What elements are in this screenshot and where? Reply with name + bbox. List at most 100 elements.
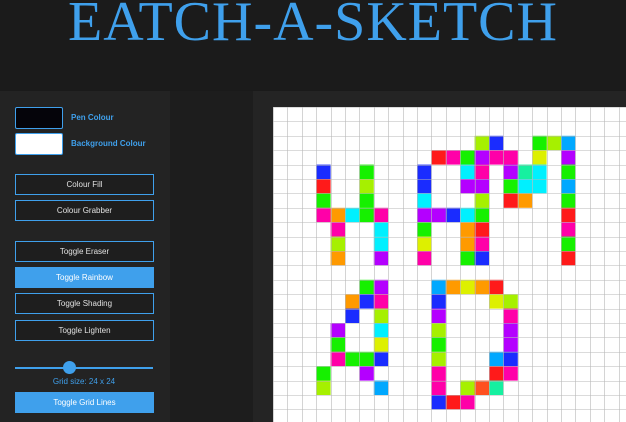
sketch-pixel[interactable] <box>474 150 489 165</box>
colour-grabber-button[interactable]: Colour Grabber <box>15 200 154 221</box>
sketch-pixel[interactable] <box>417 222 432 237</box>
sketch-pixel[interactable] <box>489 135 504 151</box>
sketch-pixel[interactable] <box>503 337 518 352</box>
sketch-pixel[interactable] <box>532 150 547 165</box>
sketch-pixel[interactable] <box>546 135 561 151</box>
sketch-pixel[interactable] <box>445 207 461 223</box>
sketch-pixel[interactable] <box>445 150 461 165</box>
sketch-pixel[interactable] <box>489 351 504 367</box>
sketch-pixel[interactable] <box>431 279 446 295</box>
sketch-pixel[interactable] <box>316 380 331 395</box>
sketch-pixel[interactable] <box>373 337 389 352</box>
sketch-pixel[interactable] <box>417 207 432 223</box>
sketch-pixel[interactable] <box>431 294 446 309</box>
sketch-pixel[interactable] <box>330 323 345 338</box>
sketch-pixel[interactable] <box>345 294 360 309</box>
toggle-shading-button[interactable]: Toggle Shading <box>15 293 154 314</box>
sketch-pixel[interactable] <box>474 279 489 295</box>
sketch-pixel[interactable] <box>431 351 446 367</box>
sketch-pixel[interactable] <box>373 351 389 367</box>
sketch-pixel[interactable] <box>474 135 489 151</box>
toggle-rainbow-button[interactable]: Toggle Rainbow <box>15 267 154 288</box>
sketch-pixel[interactable] <box>316 179 331 194</box>
sketch-pixel[interactable] <box>417 193 432 208</box>
sketch-pixel[interactable] <box>503 150 518 165</box>
sketch-pixel[interactable] <box>431 395 446 410</box>
sketch-pixel[interactable] <box>330 337 345 352</box>
sketch-pixel[interactable] <box>532 164 547 179</box>
sketch-pixel[interactable] <box>359 279 374 295</box>
sketch-pixel[interactable] <box>445 395 461 410</box>
sketch-pixel[interactable] <box>561 135 576 151</box>
sketch-pixel[interactable] <box>431 308 446 323</box>
sketch-pixel[interactable] <box>345 207 360 223</box>
sketch-pixel[interactable] <box>474 193 489 208</box>
toggle-grid-lines-button[interactable]: Toggle Grid Lines <box>15 392 154 413</box>
sketch-pixel[interactable] <box>330 207 345 223</box>
grid-size-slider-thumb[interactable] <box>63 361 76 374</box>
sketch-pixel[interactable] <box>330 251 345 266</box>
sketch-pixel[interactable] <box>359 164 374 179</box>
sketch-pixel[interactable] <box>561 179 576 194</box>
sketch-pixel[interactable] <box>460 150 475 165</box>
sketch-pixel[interactable] <box>503 294 518 309</box>
sketch-pixel[interactable] <box>431 150 446 165</box>
sketch-pixel[interactable] <box>489 150 504 165</box>
sketch-pixel[interactable] <box>474 179 489 194</box>
sketch-pixel[interactable] <box>474 164 489 179</box>
sketch-pixel[interactable] <box>474 251 489 266</box>
sketch-pixel[interactable] <box>460 279 475 295</box>
sketch-pixel[interactable] <box>359 179 374 194</box>
sketch-pixel[interactable] <box>460 164 475 179</box>
sketch-pixel[interactable] <box>503 323 518 338</box>
sketch-pixel[interactable] <box>417 179 432 194</box>
sketch-pixel[interactable] <box>474 380 489 395</box>
sketch-pixel[interactable] <box>330 236 345 251</box>
colour-fill-button[interactable]: Colour Fill <box>15 174 154 195</box>
sketch-pixel[interactable] <box>373 323 389 338</box>
sketch-pixel[interactable] <box>359 193 374 208</box>
sketch-pixel[interactable] <box>474 207 489 223</box>
sketch-pixel[interactable] <box>431 366 446 381</box>
sketch-pixel[interactable] <box>417 251 432 266</box>
grid-size-slider-track[interactable] <box>15 367 153 369</box>
sketch-pixel[interactable] <box>359 294 374 309</box>
sketch-pixel[interactable] <box>330 351 345 367</box>
sketch-pixel[interactable] <box>460 395 475 410</box>
sketch-pixel[interactable] <box>503 351 518 367</box>
sketch-pixel[interactable] <box>345 308 360 323</box>
background-colour-picker[interactable] <box>15 133 63 155</box>
sketch-pixel[interactable] <box>489 279 504 295</box>
sketch-pixel[interactable] <box>460 179 475 194</box>
sketch-pixel[interactable] <box>561 164 576 179</box>
sketch-pixel[interactable] <box>489 380 504 395</box>
sketch-pixel[interactable] <box>417 236 432 251</box>
sketch-pixel[interactable] <box>460 380 475 395</box>
sketch-pixel[interactable] <box>373 380 389 395</box>
sketch-pixel[interactable] <box>373 236 389 251</box>
sketch-pixel[interactable] <box>517 179 533 194</box>
sketch-pixel[interactable] <box>316 207 331 223</box>
sketch-canvas[interactable] <box>273 107 626 422</box>
pen-colour-picker[interactable] <box>15 107 63 129</box>
sketch-pixel[interactable] <box>373 294 389 309</box>
sketch-pixel[interactable] <box>373 251 389 266</box>
sketch-pixel[interactable] <box>561 251 576 266</box>
toggle-eraser-button[interactable]: Toggle Eraser <box>15 241 154 262</box>
sketch-pixel[interactable] <box>561 193 576 208</box>
sketch-pixel[interactable] <box>359 207 374 223</box>
sketch-pixel[interactable] <box>431 323 446 338</box>
sketch-pixel[interactable] <box>359 351 374 367</box>
sketch-pixel[interactable] <box>517 193 533 208</box>
sketch-pixel[interactable] <box>474 222 489 237</box>
sketch-pixel[interactable] <box>503 308 518 323</box>
sketch-pixel[interactable] <box>316 193 331 208</box>
sketch-pixel[interactable] <box>417 164 432 179</box>
sketch-pixel[interactable] <box>503 179 518 194</box>
sketch-pixel[interactable] <box>345 351 360 367</box>
sketch-pixel[interactable] <box>561 222 576 237</box>
sketch-pixel[interactable] <box>373 207 389 223</box>
sketch-pixel[interactable] <box>373 222 389 237</box>
sketch-pixel[interactable] <box>503 193 518 208</box>
sketch-pixel[interactable] <box>561 236 576 251</box>
